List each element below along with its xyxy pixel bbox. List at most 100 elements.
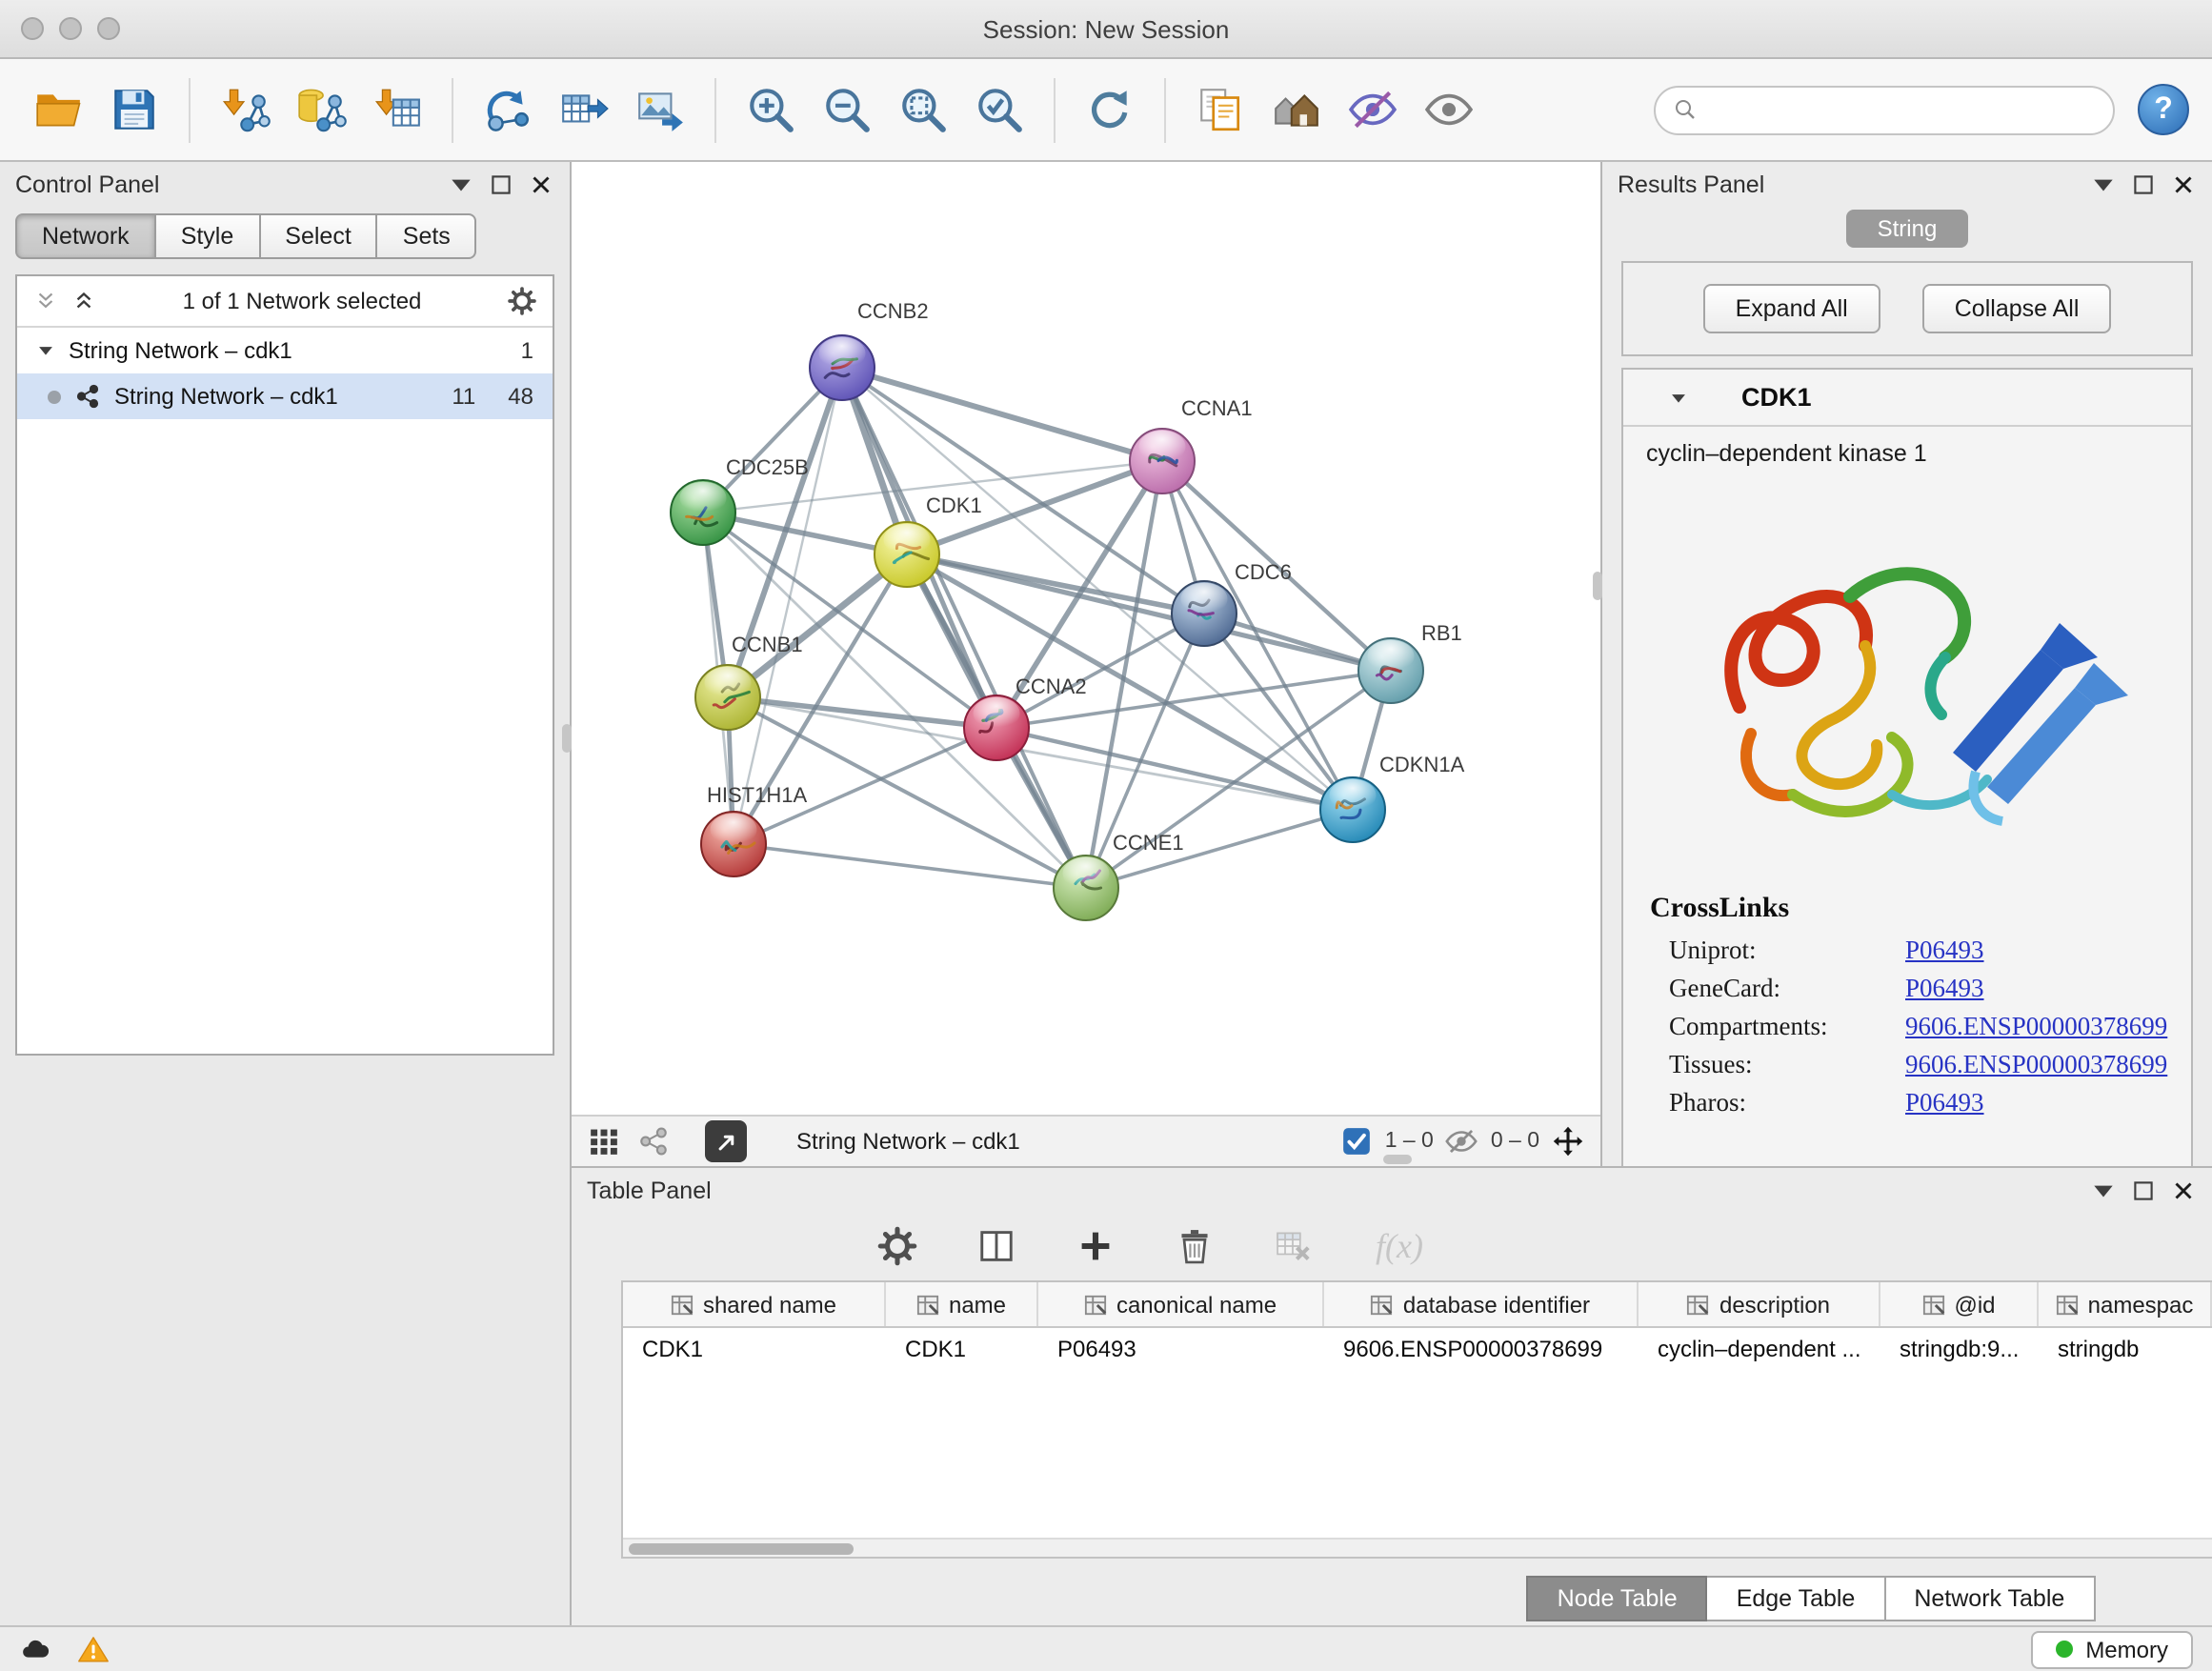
column-header-database-identifier[interactable]: database identifier [1324,1282,1639,1326]
network-node-CCNE1[interactable]: CCNE1 [1054,831,1184,920]
table-cell[interactable]: stringdb [2039,1328,2212,1370]
clear-table-icon[interactable] [1273,1225,1315,1267]
results-panel-close-icon[interactable] [2170,171,2197,197]
tab-node-table[interactable]: Node Table [1527,1576,1708,1621]
gear-icon[interactable] [507,286,537,316]
table-panel-menu-icon[interactable] [2090,1177,2117,1203]
close-window-button[interactable] [21,17,44,40]
network-node-CDKN1A[interactable]: CDKN1A [1320,753,1465,842]
crosslink-value[interactable]: 9606.ENSP00000378699 [1905,1012,2167,1042]
import-network-from-database-icon[interactable] [286,71,356,148]
hidden-indicator-icon[interactable] [1445,1124,1479,1158]
selected-indicator-icon[interactable] [1339,1124,1374,1158]
warning-icon[interactable] [76,1632,111,1666]
column-header-description[interactable]: description [1639,1282,1880,1326]
show-graphics-details-icon[interactable] [1414,71,1484,148]
maximize-window-button[interactable] [97,17,120,40]
network-node-HIST1H1A[interactable]: HIST1H1A [701,783,807,876]
table-panel-float-icon[interactable] [2130,1177,2157,1203]
tab-sets[interactable]: Sets [378,213,477,259]
network-edge[interactable] [996,614,1204,728]
splitter-handle-right[interactable] [1593,572,1602,600]
splitter-handle-left[interactable] [562,724,572,753]
table-cell[interactable]: CDK1 [886,1328,1038,1370]
memory-button[interactable]: Memory [2030,1630,2193,1668]
expand-all-networks-icon[interactable] [70,288,97,314]
results-panel-float-icon[interactable] [2130,171,2157,197]
network-node-CCNA1[interactable]: CCNA1 [1130,396,1253,493]
network-edge[interactable] [842,368,1086,888]
export-table-icon[interactable] [549,71,619,148]
network-row-selected[interactable]: String Network – cdk1 11 48 [17,373,553,419]
control-panel-float-icon[interactable] [488,171,514,197]
collapse-all-button[interactable]: Collapse All [1922,284,2112,333]
network-edge[interactable] [734,368,842,844]
column-header-name[interactable]: name [886,1282,1038,1326]
minimize-window-button[interactable] [59,17,82,40]
zoom-selected-icon[interactable] [964,71,1035,148]
table-cell[interactable]: stringdb:9... [1880,1328,2039,1370]
cloud-icon[interactable] [19,1632,53,1666]
protein-card-header[interactable]: CDK1 [1623,370,2191,427]
expand-all-button[interactable]: Expand All [1703,284,1880,333]
network-share-icon[interactable] [636,1124,671,1158]
table-cell[interactable]: 9606.ENSP00000378699 [1324,1328,1639,1370]
crosslink-value[interactable]: P06493 [1905,1088,1984,1118]
import-table-from-file-icon[interactable] [362,71,432,148]
control-panel-close-icon[interactable] [528,171,554,197]
table-cell[interactable]: P06493 [1038,1328,1324,1370]
tab-style[interactable]: Style [156,213,261,259]
results-panel-menu-icon[interactable] [2090,171,2117,197]
function-icon[interactable]: f(x) [1372,1225,1440,1267]
zoom-out-icon[interactable] [812,71,882,148]
grid-view-icon[interactable] [587,1124,621,1158]
column-header-shared-name[interactable]: shared name [623,1282,886,1326]
gear-icon[interactable] [876,1225,918,1267]
table-panel-close-icon[interactable] [2170,1177,2197,1203]
network-node-CCNB1[interactable]: CCNB1 [695,633,803,730]
pan-mode-icon[interactable] [1551,1124,1585,1158]
table-row[interactable]: CDK1CDK1P064939606.ENSP00000378699cyclin… [623,1328,2212,1370]
network-edge[interactable] [842,368,1162,461]
collapse-all-networks-icon[interactable] [32,288,59,314]
duplicate-network-icon[interactable] [1185,71,1256,148]
search-input[interactable] [1709,96,2096,123]
column-header-namespac[interactable]: namespac [2039,1282,2212,1326]
network-edge[interactable] [842,368,1353,810]
column-header-canonical-name[interactable]: canonical name [1038,1282,1324,1326]
network-edge[interactable] [728,697,996,728]
crosslink-value[interactable]: P06493 [1905,974,1984,1004]
export-image-icon[interactable] [625,71,695,148]
tab-network-table[interactable]: Network Table [1885,1576,2095,1621]
open-session-icon[interactable] [23,71,93,148]
save-session-icon[interactable] [99,71,170,148]
help-button[interactable]: ? [2138,84,2189,135]
zoom-fit-icon[interactable] [888,71,958,148]
refresh-view-icon[interactable] [1075,71,1145,148]
crosslink-value[interactable]: P06493 [1905,936,1984,966]
table-cell[interactable]: CDK1 [623,1328,886,1370]
protein-collapse-icon[interactable] [1669,388,1688,407]
birdseye-icon[interactable] [705,1120,747,1162]
app-store-icon[interactable] [1261,71,1332,148]
network-edge[interactable] [734,844,1086,888]
columns-icon[interactable] [975,1225,1017,1267]
control-panel-menu-icon[interactable] [448,171,474,197]
network-collection-row[interactable]: String Network – cdk1 1 [17,328,553,373]
network-node-RB1[interactable]: RB1 [1358,621,1462,703]
tab-select[interactable]: Select [260,213,378,259]
hide-selection-icon[interactable] [1337,71,1408,148]
crosslink-value[interactable]: 9606.ENSP00000378699 [1905,1050,2167,1080]
tab-edge-table[interactable]: Edge Table [1708,1576,1886,1621]
tab-string[interactable]: String [1847,210,1968,248]
import-network-from-file-icon[interactable] [210,71,280,148]
search-box[interactable] [1654,85,2115,134]
collection-expand-icon[interactable] [36,341,55,360]
splitter-handle-bottom[interactable] [1383,1155,1412,1164]
network-canvas[interactable]: CCNB2CCNA1CDC25BCDK1CDC6RB1CCNB1CCNA2CDK… [572,162,1600,1115]
zoom-in-icon[interactable] [735,71,806,148]
table-cell[interactable]: cyclin–dependent ... [1639,1328,1880,1370]
delete-row-icon[interactable] [1174,1225,1216,1267]
network-edge[interactable] [907,554,1391,671]
add-row-icon[interactable] [1075,1225,1116,1267]
